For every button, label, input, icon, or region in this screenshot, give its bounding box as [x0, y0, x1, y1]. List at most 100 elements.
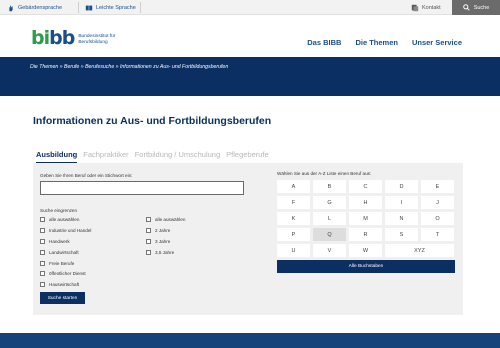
- letter-button-u[interactable]: U: [277, 244, 310, 257]
- letter-button-p[interactable]: P: [277, 228, 310, 241]
- contact-link[interactable]: Kontakt: [411, 0, 441, 15]
- hand-icon: [9, 5, 13, 11]
- sign-language-link[interactable]: Gebärdensprache: [7, 0, 62, 15]
- easy-language-link[interactable]: Leichte Sprache: [85, 0, 136, 15]
- checkbox-box[interactable]: [146, 250, 151, 255]
- letter-button-c[interactable]: C: [349, 180, 382, 193]
- letter-button-a[interactable]: A: [277, 180, 310, 193]
- tab-ausbildung[interactable]: Ausbildung: [36, 150, 78, 164]
- checkbox-label: 2 Jahre: [155, 228, 171, 233]
- checkbox-handwerk[interactable]: Handwerk: [40, 239, 70, 244]
- search-label: Suche: [473, 4, 490, 11]
- logo-mark: bibb: [31, 27, 75, 49]
- letter-row: P Q R S T: [277, 228, 455, 241]
- checkbox-3-5-jahre[interactable]: 3,5 Jahre: [146, 250, 174, 255]
- checkbox-box[interactable]: [40, 250, 45, 255]
- divider: [78, 2, 79, 13]
- breadcrumb[interactable]: Die Themen » Berufe » Berufesuche » Info…: [30, 64, 228, 70]
- contact-icon: [411, 4, 419, 11]
- search-icon: [462, 4, 470, 11]
- checkbox-landwirtschaft[interactable]: Landwirtschaft: [40, 250, 79, 255]
- checkbox-label: Industrie und Handel: [49, 228, 92, 233]
- letter-button-e[interactable]: E: [421, 180, 454, 193]
- letter-button-i[interactable]: I: [385, 196, 418, 209]
- letter-button-t[interactable]: T: [421, 228, 454, 241]
- refine-label: Suche eingrenzen: [40, 208, 78, 213]
- profession-search-input[interactable]: [40, 181, 244, 195]
- letter-button-d[interactable]: D: [385, 180, 418, 193]
- checkbox-alle-auswaehlen[interactable]: alle auswählen: [40, 217, 79, 222]
- checkbox-dauer-alle[interactable]: alle auswählen: [146, 217, 185, 222]
- checkbox-label: alle auswählen: [49, 217, 80, 222]
- checkbox-box[interactable]: [40, 271, 45, 276]
- letter-row: F G H I J: [277, 196, 455, 209]
- bibb-logo[interactable]: bibb Bundesinstitut für Berufsbildung: [31, 27, 115, 49]
- az-label: Wählen Sie aus der A-Z Liste einen Beruf…: [277, 171, 372, 176]
- checkbox-label: alle auswählen: [155, 217, 186, 222]
- letter-button-q: Q: [313, 228, 346, 241]
- letter-button-o[interactable]: O: [421, 212, 454, 225]
- divider: [140, 2, 141, 13]
- letter-button-g[interactable]: G: [313, 196, 346, 209]
- letter-row: A B C D E: [277, 180, 455, 193]
- letter-row: K L M N O: [277, 212, 455, 225]
- letter-button-r[interactable]: R: [349, 228, 382, 241]
- checkbox-3-jahre[interactable]: 3 Jahre: [146, 239, 170, 244]
- logo-line-2: Berufsbildung: [78, 39, 108, 45]
- footer-band: [0, 333, 500, 348]
- logo-text: Bundesinstitut für Berufsbildung: [78, 34, 115, 47]
- letter-button-s[interactable]: S: [385, 228, 418, 241]
- page-title: Informationen zu Aus- und Fortbildungsbe…: [33, 115, 272, 127]
- tab-bar: Ausbildung Fachpraktiker Fortbildung / U…: [36, 150, 269, 164]
- checkbox-box[interactable]: [40, 239, 45, 244]
- checkbox-box[interactable]: [146, 217, 151, 222]
- all-letters-button[interactable]: Alle Buchstaben: [277, 260, 455, 273]
- letter-button-w[interactable]: W: [349, 244, 382, 257]
- search-start-button[interactable]: Suche starten: [40, 292, 85, 304]
- checkbox-label: 3,5 Jahre: [155, 250, 175, 255]
- letter-button-n[interactable]: N: [385, 212, 418, 225]
- nav-die-themen[interactable]: Die Themen: [355, 38, 398, 47]
- letter-button-j[interactable]: J: [421, 196, 454, 209]
- checkbox-box[interactable]: [40, 282, 45, 287]
- checkbox-oeffentlicher-dienst[interactable]: öffentlicher Dienst: [40, 271, 86, 276]
- search-panel: Geben Sie Ihren Beruf oder ein Stichwort…: [33, 163, 463, 315]
- letter-button-xyz[interactable]: XYZ: [385, 244, 454, 257]
- tab-pflegeberufe[interactable]: Pflegeberufe: [226, 150, 269, 164]
- letter-button-k[interactable]: K: [277, 212, 310, 225]
- tab-fortbildung-umschulung[interactable]: Fortbildung / Umschulung: [135, 150, 220, 164]
- breadcrumb-band: [0, 57, 500, 96]
- az-letter-grid: A B C D E F G H I J K L M N O P Q R S T: [277, 180, 455, 273]
- checkbox-box[interactable]: [40, 217, 45, 222]
- tab-fachpraktiker[interactable]: Fachpraktiker: [83, 150, 128, 164]
- letter-button-b[interactable]: B: [313, 180, 346, 193]
- checkbox-box[interactable]: [40, 228, 45, 233]
- letter-button-m[interactable]: M: [349, 212, 382, 225]
- contact-label: Kontakt: [422, 4, 441, 11]
- letter-button-h[interactable]: H: [349, 196, 382, 209]
- book-icon: [85, 5, 93, 10]
- easy-language-label: Leichte Sprache: [96, 4, 136, 11]
- checkbox-2-jahre[interactable]: 2 Jahre: [146, 228, 170, 233]
- search-button[interactable]: Suche: [452, 0, 500, 15]
- checkbox-box[interactable]: [146, 228, 151, 233]
- letter-row: U V W XYZ: [277, 244, 455, 257]
- checkbox-label: Landwirtschaft: [49, 250, 79, 255]
- checkbox-label: Handwerk: [49, 239, 70, 244]
- letter-button-v[interactable]: V: [313, 244, 346, 257]
- checkbox-box[interactable]: [40, 261, 45, 266]
- checkbox-label: Hauswirtschaft: [49, 282, 80, 287]
- checkbox-label: öffentlicher Dienst: [49, 271, 86, 276]
- nav-das-bibb[interactable]: Das BIBB: [307, 38, 341, 47]
- checkbox-box[interactable]: [146, 239, 151, 244]
- nav-unser-service[interactable]: Unser Service: [412, 38, 462, 47]
- checkbox-freie-berufe[interactable]: Freie Berufe: [40, 261, 74, 266]
- checkbox-industrie-handel[interactable]: Industrie und Handel: [40, 228, 91, 233]
- checkbox-hauswirtschaft[interactable]: Hauswirtschaft: [40, 282, 79, 287]
- input-label: Geben Sie Ihren Beruf oder ein Stichwort…: [40, 173, 133, 178]
- letter-button-l[interactable]: L: [313, 212, 346, 225]
- utility-bar: Gebärdensprache Leichte Sprache Kontakt …: [0, 0, 500, 15]
- letter-button-f[interactable]: F: [277, 196, 310, 209]
- sign-language-label: Gebärdensprache: [18, 4, 63, 11]
- checkbox-label: Freie Berufe: [49, 261, 75, 266]
